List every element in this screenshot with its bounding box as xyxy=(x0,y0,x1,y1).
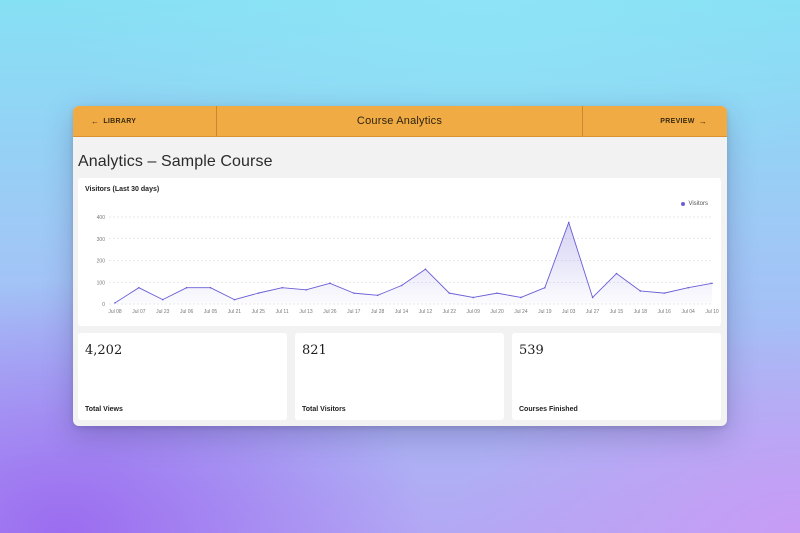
data-point xyxy=(376,294,379,297)
courses-finished-card: 539 Courses Finished xyxy=(512,333,721,420)
x-tick-label: Jul 16 xyxy=(658,309,672,315)
x-tick-label: Jul 03 xyxy=(562,309,576,315)
library-label: LIBRARY xyxy=(103,117,137,125)
visitors-chart: 0 100 200 300 400 Jul 08 Jul 07 Jul 23 Jul 06 Jul… xyxy=(97,215,719,315)
data-point xyxy=(615,272,618,275)
visitors-area xyxy=(115,222,712,304)
x-tick-label: Jul 24 xyxy=(514,309,528,315)
visitors-chart-card: 0 100 200 300 400 Jul 08 Jul 07 Jul 23 Jul 06 Jul… xyxy=(78,178,721,326)
library-back-button[interactable]: ← LIBRARY xyxy=(73,106,217,136)
x-tick-label: Jul 04 xyxy=(681,309,695,315)
data-point xyxy=(424,268,427,270)
x-tick-label: Jul 18 xyxy=(634,309,648,315)
x-tick-label: Jul 19 xyxy=(538,309,552,315)
courses-finished-value: 539 xyxy=(519,343,544,358)
data-point xyxy=(448,292,451,294)
y-tick-label: 300 xyxy=(97,237,106,243)
arrow-left-icon: ← xyxy=(91,116,100,126)
total-views-label: Total Views xyxy=(85,406,123,413)
preview-button[interactable]: PREVIEW → xyxy=(582,106,727,136)
data-point xyxy=(663,292,666,294)
x-tick-label: Jul 20 xyxy=(490,309,504,315)
y-tick-label: 100 xyxy=(97,280,106,286)
data-point xyxy=(567,221,570,224)
x-tick-label: Jul 22 xyxy=(443,309,457,315)
data-point xyxy=(305,289,307,291)
total-visitors-card: 821 Total Visitors xyxy=(295,333,504,420)
x-tick-label: Jul 07 xyxy=(132,309,146,315)
total-visitors-value: 821 xyxy=(302,343,327,358)
x-tick-label: Jul 23 xyxy=(156,309,170,315)
data-point xyxy=(281,286,283,289)
chart-legend[interactable]: Visitors xyxy=(681,201,708,207)
x-tick-label: Jul 15 xyxy=(610,309,624,315)
total-visitors-label: Total Visitors xyxy=(302,406,346,413)
x-tick-label: Jul 25 xyxy=(252,309,266,315)
x-tick-label: Jul 13 xyxy=(299,309,313,315)
total-views-value: 4,202 xyxy=(85,343,123,358)
x-tick-label: Jul 06 xyxy=(180,309,194,315)
data-point xyxy=(687,286,689,289)
data-point xyxy=(520,296,522,299)
legend-label: Visitors xyxy=(688,201,708,207)
x-tick-label: Jul 08 xyxy=(108,309,122,315)
x-tick-label: Jul 26 xyxy=(323,309,337,315)
data-point xyxy=(591,296,594,299)
data-point xyxy=(138,286,140,289)
x-tick-label: Jul 10 xyxy=(705,309,719,315)
arrow-right-icon: → xyxy=(698,116,707,126)
y-tick-label: 200 xyxy=(97,259,106,265)
top-bar: ← LIBRARY Course Analytics PREVIEW → xyxy=(73,106,727,137)
data-point xyxy=(233,298,236,301)
data-point xyxy=(209,286,212,289)
data-point xyxy=(329,282,331,285)
data-point xyxy=(496,292,498,294)
data-point xyxy=(400,284,403,287)
x-tick-label: Jul 05 xyxy=(204,309,218,315)
data-point xyxy=(353,292,355,294)
data-point xyxy=(639,290,642,292)
preview-label: PREVIEW xyxy=(660,117,695,125)
data-point xyxy=(257,292,260,294)
x-tick-label: Jul 17 xyxy=(347,309,361,315)
data-point xyxy=(161,298,164,301)
course-analytics-window: ← LIBRARY Course Analytics PREVIEW → Ana… xyxy=(73,106,727,426)
page-title: Course Analytics xyxy=(356,115,443,127)
y-tick-label: 400 xyxy=(97,215,106,221)
data-point xyxy=(472,296,475,299)
chart-title: Visitors (Last 30 days) xyxy=(85,186,160,193)
x-tick-label: Jul 09 xyxy=(467,309,481,315)
y-tick-label: 0 xyxy=(102,302,105,308)
data-point xyxy=(114,302,116,304)
total-views-card: 4,202 Total Views xyxy=(78,333,287,420)
analytics-heading: Analytics – Sample Course xyxy=(78,153,273,170)
x-tick-label: Jul 21 xyxy=(228,309,242,315)
x-tick-label: Jul 27 xyxy=(586,309,600,315)
x-tick-label: Jul 12 xyxy=(419,309,433,315)
legend-dot-icon xyxy=(681,202,686,206)
data-point xyxy=(185,286,188,289)
data-point xyxy=(711,282,713,285)
data-point xyxy=(544,286,546,289)
x-tick-label: Jul 11 xyxy=(276,309,289,315)
courses-finished-label: Courses Finished xyxy=(519,406,578,413)
x-tick-label: Jul 14 xyxy=(395,309,409,315)
x-tick-label: Jul 28 xyxy=(371,309,385,315)
